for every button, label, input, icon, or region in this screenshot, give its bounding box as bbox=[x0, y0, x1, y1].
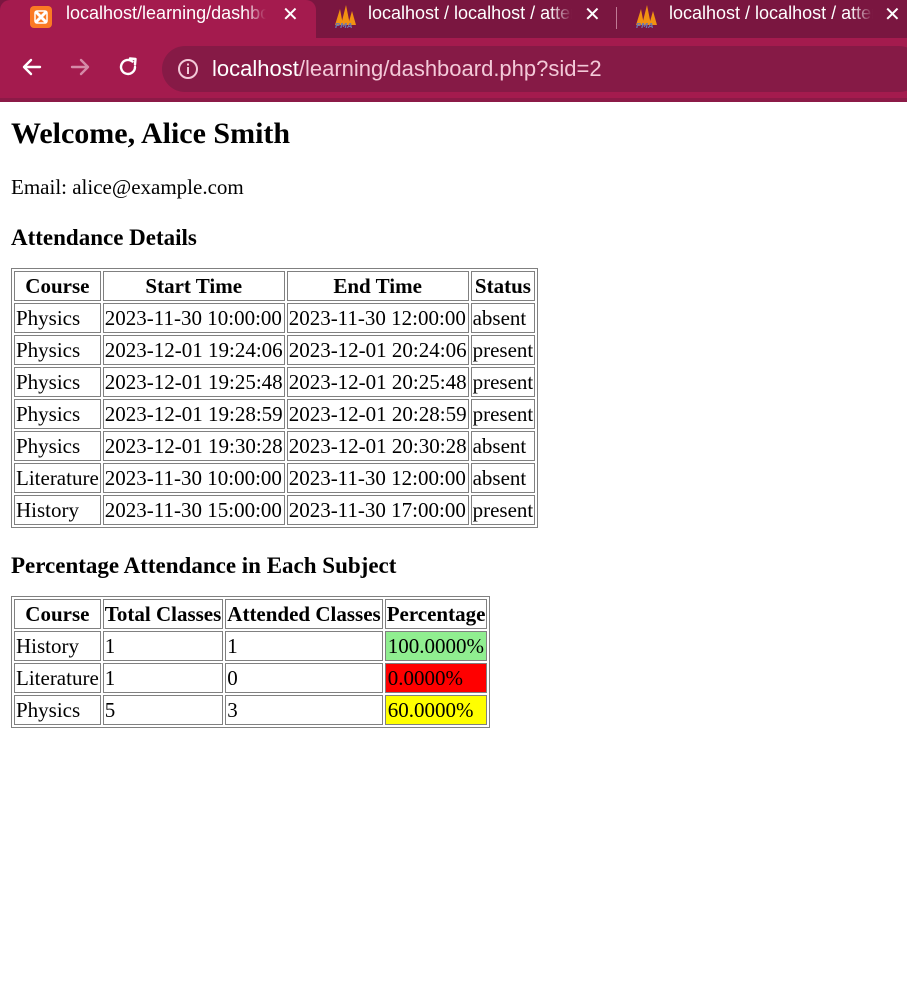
browser-tab-phpmyadmin-1[interactable]: PMA localhost / localhost / attendance ✕ bbox=[316, 0, 616, 38]
table-cell: Literature bbox=[14, 663, 101, 693]
table-cell: Physics bbox=[14, 367, 101, 397]
close-tab-icon[interactable]: ✕ bbox=[884, 2, 901, 27]
percentage-table: Course Total Classes Attended Classes Pe… bbox=[11, 596, 491, 728]
table-cell: Physics bbox=[14, 431, 101, 461]
table-row: Physics 5 3 60.0000% bbox=[14, 695, 488, 725]
table-cell: 2023-11-30 12:00:00 bbox=[286, 463, 469, 493]
table-cell: Physics bbox=[14, 303, 101, 333]
table-cell: 0 bbox=[225, 663, 383, 693]
table-cell: present bbox=[470, 399, 536, 429]
table-row: Physics 2023-12-01 19:24:06 2023-12-01 20:… bbox=[14, 335, 536, 365]
tab-title: localhost/learning/dashboard.php?sid=2 bbox=[66, 3, 266, 24]
table-row: Physics 2023-12-01 19:25:48 2023-12-01 20:… bbox=[14, 367, 536, 397]
table-cell: Literature bbox=[14, 463, 101, 493]
table-cell: History bbox=[14, 495, 101, 525]
welcome-heading: Welcome, Alice Smith bbox=[11, 117, 291, 150]
close-tab-icon[interactable]: ✕ bbox=[584, 2, 601, 27]
table-cell: Physics bbox=[14, 399, 101, 429]
table-cell: 5 bbox=[102, 695, 224, 725]
table-cell: 2023-11-30 17:00:00 bbox=[286, 495, 469, 525]
attendance-heading: Attendance Details bbox=[11, 225, 197, 250]
table-row: Literature 2023-11-30 10:00:00 2023-11-30 … bbox=[14, 463, 536, 493]
table-cell: present bbox=[470, 367, 536, 397]
table-row: Physics 2023-12-01 19:28:59 2023-12-01 20:… bbox=[14, 399, 536, 429]
svg-text:PMA: PMA bbox=[636, 22, 654, 29]
browser-toolbar: localhost/learning/dashboard.php?sid=2 bbox=[0, 38, 907, 98]
svg-text:PMA: PMA bbox=[335, 22, 353, 29]
percentage-cell: 60.0000% bbox=[384, 695, 488, 725]
table-cell: 1 bbox=[102, 663, 224, 693]
column-header: Status bbox=[470, 271, 536, 301]
xampp-icon bbox=[30, 6, 52, 28]
percentage-heading: Percentage Attendance in Each Subject bbox=[11, 553, 397, 578]
site-info-icon[interactable] bbox=[176, 57, 200, 81]
back-button[interactable] bbox=[16, 51, 48, 83]
url-host: localhost bbox=[212, 56, 299, 81]
user-email: Email: alice@example.com bbox=[11, 175, 244, 199]
table-row: Literature 1 0 0.0000% bbox=[14, 663, 488, 693]
table-row: Physics 2023-12-01 19:30:28 2023-12-01 20:… bbox=[14, 431, 536, 461]
table-cell: present bbox=[470, 495, 536, 525]
back-arrow-icon bbox=[22, 58, 42, 76]
browser-tab-phpmyadmin-2[interactable]: PMA localhost / localhost / attendance ✕ bbox=[617, 0, 907, 38]
table-cell: 2023-11-30 10:00:00 bbox=[102, 463, 285, 493]
address-bar[interactable]: localhost/learning/dashboard.php?sid=2 bbox=[162, 46, 907, 92]
table-cell: 2023-12-01 20:25:48 bbox=[286, 367, 469, 397]
column-header: Attended Classes bbox=[225, 599, 383, 629]
table-cell: 2023-11-30 15:00:00 bbox=[102, 495, 285, 525]
table-header-row: Course Start Time End Time Status bbox=[14, 271, 536, 301]
table-cell: 1 bbox=[102, 631, 224, 661]
table-row: History 2023-11-30 15:00:00 2023-11-30 17:… bbox=[14, 495, 536, 525]
forward-arrow-icon bbox=[70, 58, 90, 76]
percentage-cell: 100.0000% bbox=[384, 631, 488, 661]
reload-button[interactable] bbox=[112, 51, 144, 83]
phpmyadmin-icon: PMA bbox=[633, 3, 659, 34]
table-cell: 1 bbox=[225, 631, 383, 661]
phpmyadmin-icon: PMA bbox=[332, 3, 358, 34]
table-cell: 2023-12-01 20:30:28 bbox=[286, 431, 469, 461]
browser-tab-bar: localhost/learning/dashboard.php?sid=2 ✕… bbox=[0, 0, 907, 38]
table-cell: Physics bbox=[14, 335, 101, 365]
table-cell: 2023-12-01 19:25:48 bbox=[102, 367, 285, 397]
table-cell: History bbox=[14, 631, 101, 661]
tab-title: localhost / localhost / attendance bbox=[368, 3, 572, 24]
column-header: Start Time bbox=[102, 271, 285, 301]
forward-button[interactable] bbox=[64, 51, 96, 83]
table-cell: absent bbox=[470, 431, 536, 461]
table-cell: Physics bbox=[14, 695, 101, 725]
column-header: Total Classes bbox=[102, 599, 224, 629]
table-cell: 3 bbox=[225, 695, 383, 725]
reload-icon bbox=[119, 57, 137, 76]
table-cell: 2023-12-01 19:24:06 bbox=[102, 335, 285, 365]
column-header: Course bbox=[14, 271, 101, 301]
table-row: History 1 1 100.0000% bbox=[14, 631, 488, 661]
table-header-row: Course Total Classes Attended Classes Pe… bbox=[14, 599, 488, 629]
table-cell: 2023-12-01 19:30:28 bbox=[102, 431, 285, 461]
page-content: Welcome, Alice Smith Email: alice@exampl… bbox=[11, 102, 901, 728]
url-text: localhost/learning/dashboard.php?sid=2 bbox=[212, 46, 602, 92]
tab-title: localhost / localhost / attendance bbox=[669, 3, 873, 24]
table-cell: 2023-12-01 19:28:59 bbox=[102, 399, 285, 429]
browser-tab-dashboard[interactable]: localhost/learning/dashboard.php?sid=2 ✕ bbox=[0, 0, 316, 38]
table-cell: absent bbox=[470, 463, 536, 493]
close-tab-icon[interactable]: ✕ bbox=[282, 2, 299, 27]
attendance-table: Course Start Time End Time Status Physic… bbox=[11, 268, 539, 528]
percentage-cell: 0.0000% bbox=[384, 663, 488, 693]
table-cell: present bbox=[470, 335, 536, 365]
column-header: Percentage bbox=[384, 599, 488, 629]
table-cell: absent bbox=[470, 303, 536, 333]
column-header: End Time bbox=[286, 271, 469, 301]
table-cell: 2023-11-30 10:00:00 bbox=[102, 303, 285, 333]
column-header: Course bbox=[14, 599, 101, 629]
table-row: Physics 2023-11-30 10:00:00 2023-11-30 12:… bbox=[14, 303, 536, 333]
url-path: /learning/dashboard.php?sid=2 bbox=[298, 56, 602, 81]
table-cell: 2023-12-01 20:24:06 bbox=[286, 335, 469, 365]
table-cell: 2023-11-30 12:00:00 bbox=[286, 303, 469, 333]
table-cell: 2023-12-01 20:28:59 bbox=[286, 399, 469, 429]
